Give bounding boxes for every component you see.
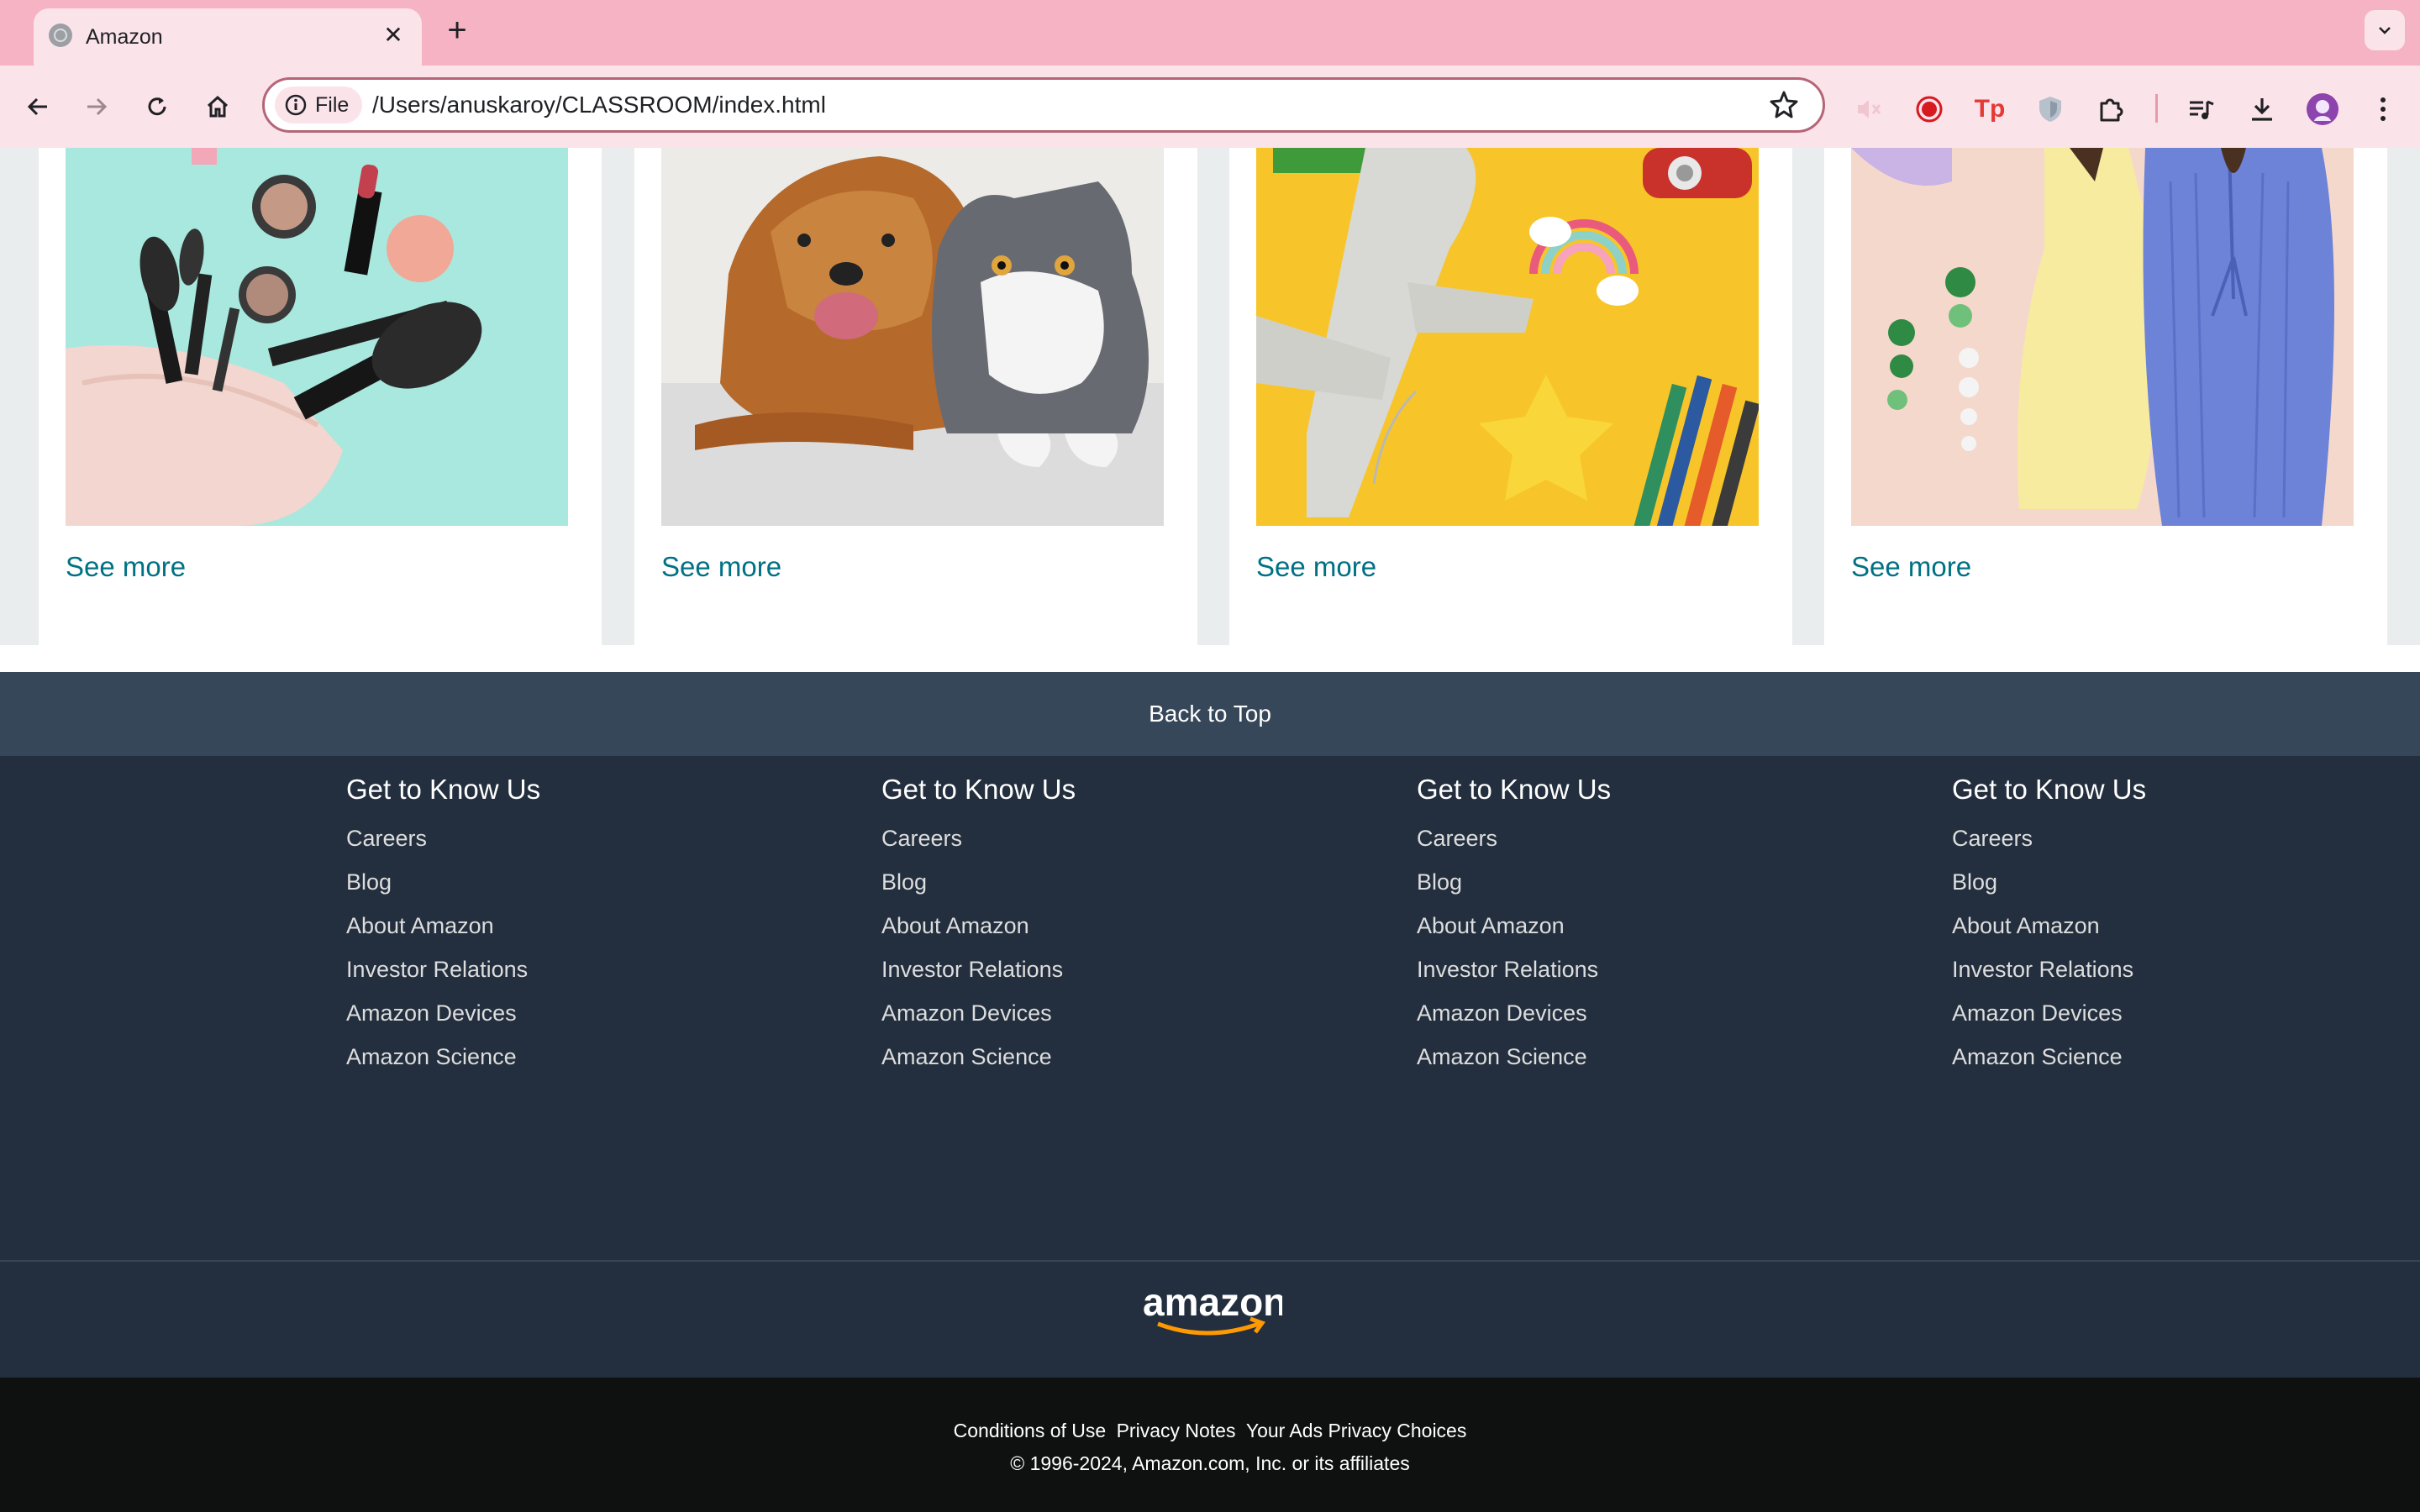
footer-link-science[interactable]: Amazon Science: [1417, 1035, 1611, 1079]
toolbar-separator: [2155, 94, 2158, 123]
footer-link-careers[interactable]: Careers: [346, 816, 540, 860]
arrow-left-icon: [27, 97, 47, 116]
product-image[interactable]: [1851, 148, 2354, 526]
footer-link-investor[interactable]: Investor Relations: [1952, 948, 2146, 991]
footer-column-heading: Get to Know Us: [1952, 774, 2147, 805]
footer-column-heading: Get to Know Us: [881, 774, 1076, 805]
amazon-smile-icon: [1157, 1321, 1260, 1336]
product-image[interactable]: [661, 148, 1164, 526]
muted-audio-icon[interactable]: [1852, 92, 1886, 126]
footer-logo-bar: amazon: [0, 1262, 2420, 1378]
see-more-link[interactable]: See more: [66, 551, 186, 583]
chevron-down-icon: [2379, 27, 2391, 34]
arrow-right-icon: [87, 97, 108, 116]
privacy-notes-link[interactable]: Privacy Notes: [1117, 1420, 1236, 1441]
footer-link-blog[interactable]: Blog: [346, 860, 540, 904]
amazon-logo-text: amazon: [1143, 1280, 1282, 1324]
footer-link-about[interactable]: About Amazon: [1417, 904, 1611, 948]
reload-icon: [148, 97, 166, 116]
product-card: See more: [1229, 148, 1792, 645]
product-card: See more: [39, 148, 602, 645]
footer-link-blog[interactable]: Blog: [1417, 860, 1611, 904]
browser-tab[interactable]: Amazon ✕: [34, 8, 422, 66]
back-button[interactable]: [17, 86, 59, 128]
footer-link-careers[interactable]: Careers: [1952, 816, 2146, 860]
footer-link-science[interactable]: Amazon Science: [881, 1035, 1076, 1079]
shield-extension-icon[interactable]: [2033, 92, 2067, 126]
footer-link-science[interactable]: Amazon Science: [346, 1035, 540, 1079]
forward-button[interactable]: [76, 86, 118, 128]
product-image[interactable]: [1256, 148, 1759, 526]
record-extension-icon[interactable]: [1912, 92, 1946, 126]
footer-link-about[interactable]: About Amazon: [881, 904, 1076, 948]
footer-link-devices[interactable]: Amazon Devices: [1952, 991, 2146, 1035]
close-tab-icon[interactable]: ✕: [376, 18, 410, 52]
back-to-top-button[interactable]: Back to Top: [0, 672, 2420, 756]
footer-link-devices[interactable]: Amazon Devices: [881, 991, 1076, 1035]
content-bottom-strip: [0, 645, 2420, 672]
address-bar[interactable]: File /Users/anuskaroy/CLASSROOM/index.ht…: [262, 77, 1825, 133]
footer-link-about[interactable]: About Amazon: [1952, 904, 2146, 948]
see-more-link[interactable]: See more: [661, 551, 781, 583]
product-card: See more: [634, 148, 1197, 645]
product-image[interactable]: [66, 148, 568, 526]
download-icon[interactable]: [2245, 92, 2279, 126]
footer-link-devices[interactable]: Amazon Devices: [346, 991, 540, 1035]
footer-link-blog[interactable]: Blog: [881, 860, 1076, 904]
footer-link-careers[interactable]: Careers: [1417, 816, 1611, 860]
see-more-link[interactable]: See more: [1256, 551, 1376, 583]
footer-column: Get to Know Us Careers Blog About Amazon…: [881, 773, 1076, 1079]
footer-link-investor[interactable]: Investor Relations: [1417, 948, 1611, 991]
bookmark-star-icon[interactable]: [1767, 88, 1801, 122]
info-icon: [285, 94, 307, 116]
amazon-logo[interactable]: amazon: [1139, 1280, 1282, 1339]
new-tab-icon[interactable]: +: [437, 12, 477, 52]
browser-tab-strip: Amazon ✕ +: [0, 0, 2420, 66]
media-queue-icon[interactable]: [2185, 92, 2218, 126]
home-button[interactable]: [197, 86, 239, 128]
footer-link-blog[interactable]: Blog: [1952, 860, 2146, 904]
page-viewport: See more See more See more See more Back…: [0, 148, 2420, 1512]
browser-toolbar: File /Users/anuskaroy/CLASSROOM/index.ht…: [0, 66, 2420, 148]
footer-column-heading: Get to Know Us: [346, 774, 541, 805]
see-more-link[interactable]: See more: [1851, 551, 1971, 583]
copyright-text: © 1996-2024, Amazon.com, Inc. or its aff…: [1010, 1452, 1410, 1474]
tab-search-button[interactable]: [2365, 10, 2405, 50]
footer-link-science[interactable]: Amazon Science: [1952, 1035, 2146, 1079]
footer-column: Get to Know Us Careers Blog About Amazon…: [1417, 773, 1611, 1079]
url-text[interactable]: /Users/anuskaroy/CLASSROOM/index.html: [372, 92, 826, 118]
legal-bar: Conditions of Use Privacy Notes Your Ads…: [0, 1378, 2420, 1512]
footer-column: Get to Know Us Careers Blog About Amazon…: [346, 773, 540, 1079]
tab-title: Amazon: [86, 25, 163, 49]
conditions-of-use-link[interactable]: Conditions of Use: [954, 1420, 1107, 1441]
footer-link-devices[interactable]: Amazon Devices: [1417, 991, 1611, 1035]
home-icon: [207, 95, 229, 118]
legal-links: Conditions of Use Privacy Notes Your Ads…: [0, 1420, 2420, 1442]
ads-privacy-choices-link[interactable]: Your Ads Privacy Choices: [1246, 1420, 1467, 1441]
site-info-chip[interactable]: File: [275, 87, 363, 123]
globe-icon: [49, 24, 72, 47]
footer-links: Get to Know Us Careers Blog About Amazon…: [0, 756, 2420, 1260]
tp-extension-icon[interactable]: Tp: [1973, 92, 2007, 126]
browser-menu-icon[interactable]: [2366, 92, 2400, 126]
reload-button[interactable]: [136, 86, 178, 128]
footer-link-careers[interactable]: Careers: [881, 816, 1076, 860]
footer-link-investor[interactable]: Investor Relations: [881, 948, 1076, 991]
puzzle-extensions-icon[interactable]: [2094, 92, 2128, 126]
footer-link-about[interactable]: About Amazon: [346, 904, 540, 948]
footer-column-heading: Get to Know Us: [1417, 774, 1612, 805]
footer-link-investor[interactable]: Investor Relations: [346, 948, 540, 991]
footer-column: Get to Know Us Careers Blog About Amazon…: [1952, 773, 2146, 1079]
profile-avatar[interactable]: [2306, 92, 2339, 126]
site-info-label: File: [315, 92, 350, 117]
product-card: See more: [1824, 148, 2387, 645]
